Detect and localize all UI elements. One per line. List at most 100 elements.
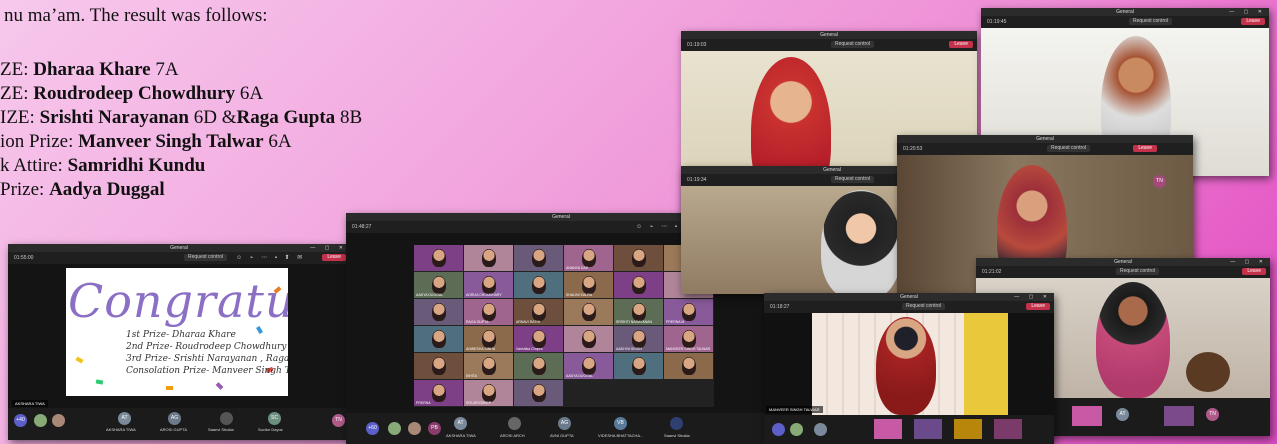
more-participants[interactable]: +40 [14,414,27,427]
video-thumbnail[interactable] [994,419,1022,439]
result-category: k Attire: [0,155,68,176]
avatar[interactable] [408,422,421,435]
gallery-tile[interactable] [414,326,463,352]
slide-line-1: 1st Prize- Dharaa Khare [126,330,236,340]
title-bar: General [681,31,977,39]
gallery-tile[interactable]: SRISHTI NARAYANAN [614,299,663,325]
participant-face [582,303,596,321]
gallery-tile[interactable] [514,353,563,379]
winner-class: 6A [263,131,292,152]
gallery-tile[interactable] [614,272,663,298]
gallery-tile[interactable] [514,272,563,298]
winner-name: Samridhi Kundu [67,155,206,176]
window-controls[interactable]: — ▢ ✕ [1230,258,1267,266]
avatar[interactable]: AT [454,417,467,430]
avatar[interactable] [670,417,683,430]
gallery-tile[interactable]: ANWESHA SINHA [464,326,513,352]
gallery-tile[interactable]: AADYA DUGGAL [564,353,613,379]
gallery-tile[interactable] [464,245,513,271]
leave-button[interactable]: Leave [322,254,346,261]
avatar[interactable]: AG [558,417,571,430]
avatar[interactable]: TN [332,414,345,427]
gallery-tile[interactable]: RAGA GUPTA [464,299,513,325]
call-timer: 01:55:00 [14,255,34,261]
more-participants[interactable]: +60 [366,422,379,435]
avatar[interactable]: SC [268,412,281,425]
avatar[interactable]: TN [1206,408,1219,421]
video-thumbnail[interactable] [954,419,982,439]
participant-name-tag: MANVEER SINGH TALWAR [766,406,823,413]
winner-name: Manveer Singh Talwar [78,131,264,152]
gallery-tile[interactable]: ADRIJA CHOUDHARY [464,272,513,298]
request-control-button[interactable]: Request control [902,303,946,310]
tile-name: ISHITA [466,374,478,378]
window-controls[interactable]: — ▢ ✕ [1229,8,1266,16]
video-thumbnail[interactable] [914,419,942,439]
leave-button[interactable]: Leave [1026,303,1050,310]
gallery-tile[interactable]: ARNAVI RATHI [514,299,563,325]
avatar[interactable] [34,414,47,427]
call-timer: 01:48:27 [352,224,372,230]
avatar[interactable] [814,423,827,436]
leave-button[interactable]: Leave [1242,268,1266,275]
call-timer: 01:21:02 [982,269,1002,275]
participant-strip [764,415,1054,444]
request-control-button[interactable]: Request control [1047,145,1091,152]
tile-name: Vanshika Chopra [516,347,543,351]
toolbar-icons[interactable]: ☺ ⌁ ⋯ ▪ ⬆ ✉ [236,254,305,261]
video-thumbnail[interactable] [1164,406,1194,426]
gallery-tile[interactable] [514,245,563,271]
video-thumbnail[interactable] [1072,406,1102,426]
request-control-button[interactable]: Request control [831,41,875,48]
gallery-tile[interactable]: AADHYA SINGH [614,326,663,352]
gallery-tile[interactable] [414,299,463,325]
participant-face [432,276,446,294]
avatar[interactable] [772,423,785,436]
request-control-button[interactable]: Request control [184,254,228,261]
tile-name: ANANYA DAS [566,266,589,270]
gallery-tile[interactable] [664,353,713,379]
slide-line-2: 2nd Prize- Roudrodeep Chowdhury [126,342,287,352]
request-control-button[interactable]: Request control [1116,268,1160,275]
window-controls[interactable]: — ▢ ✕ [1014,293,1051,301]
leave-button[interactable]: Leave [1133,145,1157,152]
result-line: Prize: Aadya Duggal [0,178,165,202]
gallery-tile[interactable] [614,353,663,379]
avatar[interactable]: AG [168,412,181,425]
tile-name: ROUDRODEEP [466,401,492,405]
gallery-tile[interactable]: AADYA DUGGAL [414,272,463,298]
gallery-tile[interactable] [564,299,613,325]
avatar[interactable]: AT [1116,408,1129,421]
avatar[interactable]: PB [428,422,441,435]
avatar[interactable] [790,423,803,436]
avatar[interactable] [52,414,65,427]
gallery-tile[interactable]: ISHITA [464,353,513,379]
request-control-button[interactable]: Request control [831,176,875,183]
leave-button[interactable]: Leave [949,41,973,48]
gallery-tile[interactable] [514,380,563,406]
avatar[interactable]: AT [118,412,131,425]
window-controls[interactable]: — ▢ ✕ [310,244,347,252]
avatar[interactable] [508,417,521,430]
tile-name: SHALINI KALRA [566,293,593,297]
gallery-tile[interactable]: PRERNA M [664,299,713,325]
gallery-tile[interactable]: Vanshika Chopra [514,326,563,352]
tile-name: SRISHTI NARAYANAN [616,320,653,324]
video-thumbnail[interactable] [874,419,902,439]
avatar[interactable]: TN [1153,175,1166,188]
gallery-tile[interactable] [414,245,463,271]
avatar[interactable] [388,422,401,435]
gallery-tile[interactable]: PRERNA [414,380,463,406]
avatar[interactable]: VB [614,417,627,430]
avatar[interactable] [220,412,233,425]
participant-face [582,357,596,375]
gallery-tile[interactable] [564,326,613,352]
gallery-tile[interactable] [614,245,663,271]
gallery-tile[interactable]: ROUDRODEEP [464,380,513,406]
gallery-tile[interactable]: MANVEER SINGH TALWAR [664,326,713,352]
gallery-tile[interactable]: SHALINI KALRA [564,272,613,298]
gallery-tile[interactable] [414,353,463,379]
gallery-tile[interactable]: ANANYA DAS [564,245,613,271]
request-control-button[interactable]: Request control [1129,18,1173,25]
leave-button[interactable]: Leave [1241,18,1265,25]
